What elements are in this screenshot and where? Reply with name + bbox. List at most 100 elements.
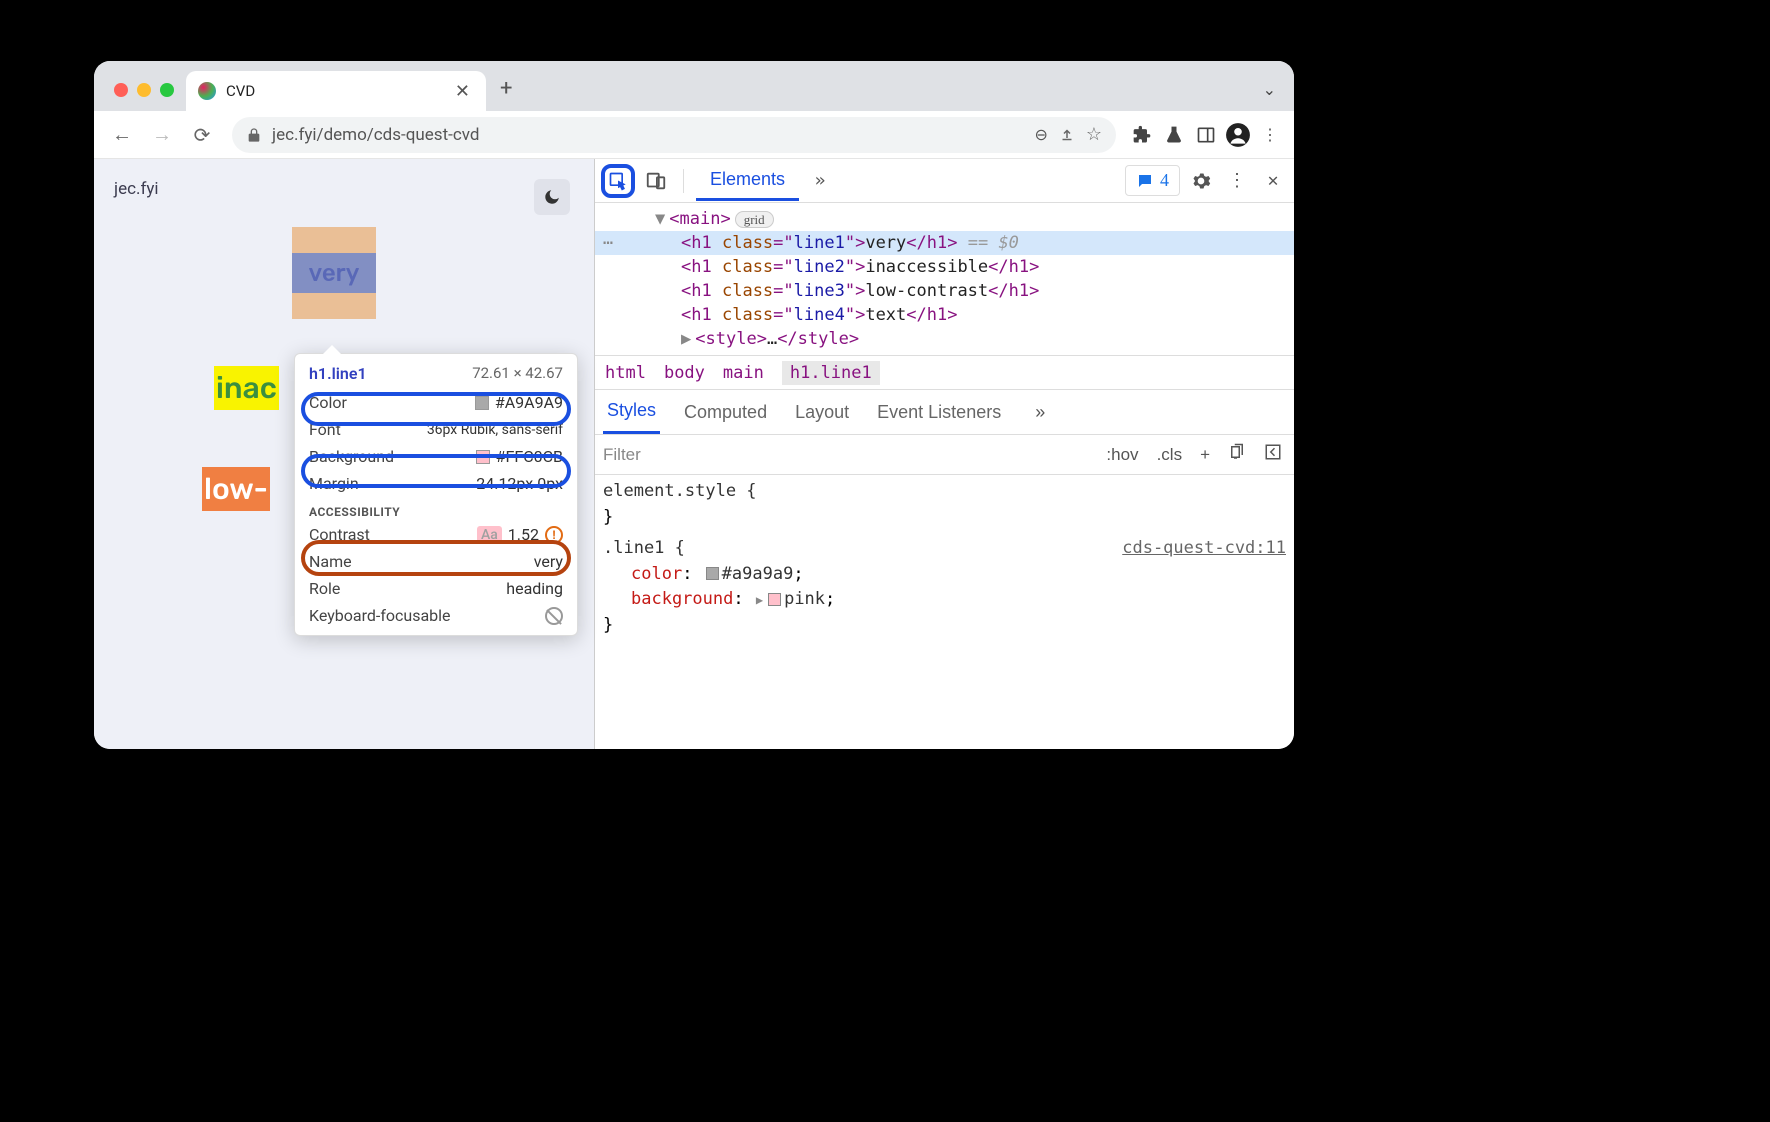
breadcrumb-html[interactable]: html bbox=[605, 363, 646, 383]
profile-button[interactable] bbox=[1224, 121, 1252, 149]
inspected-element[interactable]: very bbox=[292, 227, 376, 319]
dom-tree[interactable]: ▼<main>grid <h1 class="line1">very</h1> … bbox=[595, 203, 1294, 355]
issues-badge[interactable]: 4 bbox=[1125, 165, 1180, 196]
color-swatch bbox=[475, 396, 489, 410]
dom-line4[interactable]: <h1 class="line4">text</h1> bbox=[595, 303, 1294, 327]
tab-event-listeners[interactable]: Event Listeners bbox=[873, 392, 1005, 433]
margin-band-top bbox=[292, 227, 376, 253]
styles-tabs: Styles Computed Layout Event Listeners » bbox=[595, 389, 1294, 435]
tab-title: CVD bbox=[226, 82, 441, 100]
minimize-window-button[interactable] bbox=[137, 83, 151, 97]
element-tooltip: h1.line1 72.61 × 42.67 Color #A9A9A9 Fon… bbox=[294, 353, 578, 636]
tab-styles[interactable]: Styles bbox=[603, 390, 660, 434]
address-bar[interactable]: jec.fyi/demo/cds-quest-cvd ⊖ ☆ bbox=[232, 117, 1116, 153]
tab-layout[interactable]: Layout bbox=[791, 392, 853, 433]
tooltip-role-label: Role bbox=[309, 579, 340, 598]
close-tab-button[interactable]: ✕ bbox=[451, 81, 474, 102]
settings-button[interactable] bbox=[1186, 166, 1216, 196]
css-bg-swatch[interactable] bbox=[768, 593, 781, 606]
browser-tab[interactable]: CVD ✕ bbox=[186, 71, 486, 111]
rule-source-link[interactable]: cds-quest-cvd:11 bbox=[1122, 536, 1286, 562]
styles-filter-input[interactable]: Filter bbox=[603, 445, 1092, 465]
close-devtools-button[interactable]: ✕ bbox=[1258, 166, 1288, 196]
url-text: jec.fyi/demo/cds-quest-cvd bbox=[272, 125, 1024, 145]
page-brand: jec.fyi bbox=[114, 179, 574, 199]
bg-swatch bbox=[476, 450, 490, 464]
computed-toggle-icon[interactable] bbox=[1260, 443, 1286, 466]
menu-button[interactable]: ⋮ bbox=[1256, 121, 1284, 149]
tabs-menu-button[interactable]: ⌄ bbox=[1263, 80, 1276, 99]
tooltip-selector: h1.line1 bbox=[309, 364, 367, 383]
gear-icon bbox=[1191, 171, 1211, 191]
breadcrumb-body[interactable]: body bbox=[664, 363, 705, 383]
device-mode-button[interactable] bbox=[641, 166, 671, 196]
tooltip-name-label: Name bbox=[309, 552, 352, 571]
more-styles-tabs[interactable]: » bbox=[1025, 397, 1055, 427]
browser-toolbar: ← → ⟳ jec.fyi/demo/cds-quest-cvd ⊖ ☆ ⋮ bbox=[94, 111, 1294, 159]
inspect-element-button[interactable] bbox=[601, 164, 635, 198]
dom-line1[interactable]: <h1 class="line1">very</h1> == $0 bbox=[595, 231, 1294, 255]
devtools-panel: Elements » 4 ⋮ ✕ ▼<main>grid <h1 class="… bbox=[594, 159, 1294, 749]
zoom-icon[interactable]: ⊖ bbox=[1034, 125, 1047, 144]
cls-button[interactable]: .cls bbox=[1153, 445, 1187, 465]
more-tabs-button[interactable]: » bbox=[805, 166, 835, 196]
tab-bar: CVD ✕ + ⌄ bbox=[94, 61, 1294, 111]
devtools-menu-button[interactable]: ⋮ bbox=[1222, 166, 1252, 196]
maximize-window-button[interactable] bbox=[160, 83, 174, 97]
no-icon bbox=[545, 607, 563, 625]
tab-elements[interactable]: Elements bbox=[696, 161, 799, 201]
reload-button[interactable]: ⟳ bbox=[184, 117, 220, 153]
traffic-lights bbox=[104, 83, 186, 111]
styles-body[interactable]: element.style { } cds-quest-cvd:11 .line… bbox=[595, 475, 1294, 749]
tooltip-color-value: #A9A9A9 bbox=[495, 393, 563, 412]
chat-icon bbox=[1136, 172, 1154, 190]
extensions-icon[interactable] bbox=[1128, 121, 1156, 149]
grid-badge[interactable]: grid bbox=[735, 211, 774, 228]
element-content: very bbox=[292, 253, 376, 293]
contrast-aa-badge: Aa bbox=[477, 526, 502, 544]
margin-band-bottom bbox=[292, 293, 376, 319]
tooltip-margin-label: Margin bbox=[309, 474, 359, 493]
content-area: jec.fyi very inac low- h1.line1 72.61 × … bbox=[94, 159, 1294, 749]
tooltip-color-label: Color bbox=[309, 393, 347, 412]
new-tab-button[interactable]: + bbox=[486, 76, 526, 111]
issues-count: 4 bbox=[1160, 170, 1169, 191]
tooltip-name-value: very bbox=[534, 552, 563, 571]
breadcrumb-main[interactable]: main bbox=[723, 363, 764, 383]
tooltip-contrast-label: Contrast bbox=[309, 525, 370, 544]
copy-styles-icon[interactable] bbox=[1224, 443, 1250, 466]
css-color-swatch[interactable] bbox=[706, 567, 719, 580]
tooltip-a11y-header: ACCESSIBILITY bbox=[295, 497, 577, 521]
tooltip-dimensions: 72.61 × 42.67 bbox=[472, 364, 563, 383]
page-line3: low- bbox=[202, 467, 270, 511]
tooltip-keyboard-label: Keyboard-focusable bbox=[309, 606, 451, 625]
forward-button[interactable]: → bbox=[144, 117, 180, 153]
rule-selector: .line1 { bbox=[603, 538, 685, 558]
side-panel-icon[interactable] bbox=[1192, 121, 1220, 149]
dark-mode-toggle[interactable] bbox=[534, 179, 570, 215]
favicon bbox=[198, 82, 216, 100]
css-color-value[interactable]: #a9a9a9 bbox=[722, 564, 794, 584]
breadcrumb-h1[interactable]: h1.line1 bbox=[782, 361, 880, 385]
close-window-button[interactable] bbox=[114, 83, 128, 97]
browser-window: CVD ✕ + ⌄ ← → ⟳ jec.fyi/demo/cds-quest-c… bbox=[94, 61, 1294, 749]
hov-button[interactable]: :hov bbox=[1102, 445, 1142, 465]
dom-main[interactable]: ▼<main>grid bbox=[595, 207, 1294, 231]
share-icon[interactable] bbox=[1058, 126, 1076, 144]
dom-line2[interactable]: <h1 class="line2">inaccessible</h1> bbox=[595, 255, 1294, 279]
new-style-rule-button[interactable]: + bbox=[1196, 445, 1214, 465]
labs-icon[interactable] bbox=[1160, 121, 1188, 149]
css-bg-value[interactable]: pink bbox=[784, 589, 825, 609]
expand-shorthand-icon[interactable]: ▶ bbox=[756, 593, 763, 607]
css-prop-background[interactable]: background bbox=[631, 589, 733, 609]
page-line2: inac bbox=[214, 366, 279, 410]
tab-computed[interactable]: Computed bbox=[680, 392, 771, 433]
moon-icon bbox=[543, 188, 561, 206]
star-icon[interactable]: ☆ bbox=[1086, 124, 1102, 145]
back-button[interactable]: ← bbox=[104, 117, 140, 153]
css-prop-color[interactable]: color bbox=[631, 564, 682, 584]
dom-line3[interactable]: <h1 class="line3">low-contrast</h1> bbox=[595, 279, 1294, 303]
lock-icon bbox=[246, 127, 262, 143]
dom-style[interactable]: ▶<style>…</style> bbox=[595, 327, 1294, 351]
tooltip-bg-value: #FFC0CB bbox=[496, 447, 563, 466]
